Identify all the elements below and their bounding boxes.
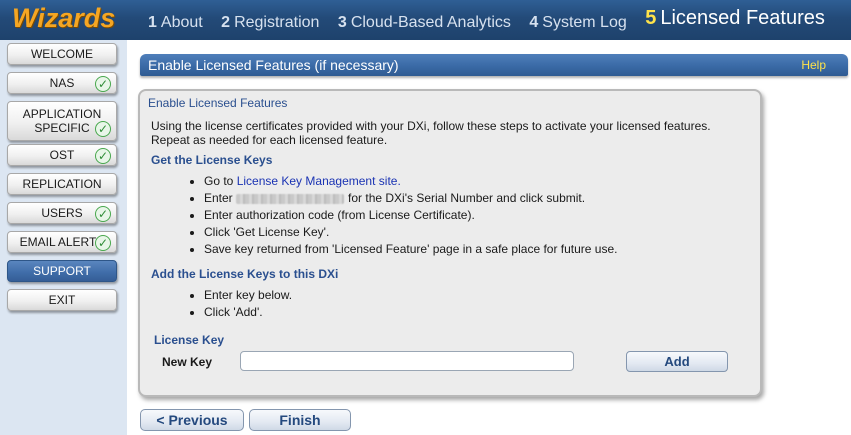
check-icon: ✓ — [95, 148, 111, 164]
step-number: 5 — [645, 7, 657, 29]
step-system-log[interactable]: 4 System Log — [529, 14, 626, 32]
list-item: Save key returned from 'Licensed Feature… — [204, 241, 617, 258]
list-item: Click 'Add'. — [204, 304, 292, 321]
wizards-brand: Wizards — [12, 3, 116, 33]
step-label: Licensed Features — [660, 7, 825, 29]
check-icon: ✓ — [95, 76, 111, 92]
step-label: System Log — [542, 14, 627, 31]
list-item: Enter for the DXi's Serial Number and cl… — [204, 190, 617, 207]
step-licensed-features[interactable]: 5 Licensed Features — [645, 7, 825, 30]
sidebar-item-label: SUPPORT — [33, 264, 91, 278]
sidebar-item-support[interactable]: SUPPORT — [7, 260, 117, 282]
help-link[interactable]: Help — [801, 58, 826, 72]
panel-title: Enable Licensed Features — [148, 96, 288, 110]
wizard-steps: 1 About 2 Registration 3 Cloud-Based Analyt… — [148, 7, 825, 33]
sidebar-item-label: OST — [49, 148, 75, 162]
new-key-label: New Key — [162, 355, 213, 369]
step-number: 1 — [148, 14, 157, 31]
list-item: Enter key below. — [204, 287, 292, 304]
section-heading-add-keys: Add the License Keys to this DXi — [151, 267, 339, 281]
wizard-header: Wizards 1 About 2 Registration 3 Cloud-Base… — [0, 0, 851, 40]
intro-text: Using the license certificates provided … — [151, 119, 751, 147]
step-text: Enter — [204, 191, 233, 205]
step-cloud-based-analytics[interactable]: 3 Cloud-Based Analytics — [338, 14, 511, 32]
redacted-serial — [236, 193, 345, 204]
new-key-input[interactable] — [240, 351, 574, 371]
sidebar-item-replication[interactable]: REPLICATION — [7, 173, 117, 195]
step-label: Cloud-Based Analytics — [350, 14, 511, 31]
sidebar-item-label: REPLICATION — [22, 177, 102, 191]
sidebar-item-email-alerts[interactable]: EMAIL ALERTS ✓ — [7, 231, 117, 253]
page-title-bar: Enable Licensed Features (if necessary) … — [140, 54, 848, 76]
section-heading-get-keys: Get the License Keys — [151, 153, 273, 167]
step-number: 4 — [529, 14, 539, 31]
step-text: Go to — [204, 174, 237, 188]
sidebar-item-nas[interactable]: NAS ✓ — [7, 72, 117, 94]
step-label: About — [160, 14, 203, 31]
list-item: Go to License Key Management site. — [204, 173, 617, 190]
sidebar-item-label: USERS — [41, 206, 83, 220]
list-item: Click 'Get License Key'. — [204, 224, 617, 241]
license-key-heading: License Key — [154, 333, 225, 347]
check-icon: ✓ — [95, 206, 111, 222]
sidebar-item-label: NAS — [49, 76, 75, 90]
add-keys-steps: Enter key below. Click 'Add'. — [190, 287, 292, 321]
license-key-management-link[interactable]: License Key Management site. — [237, 174, 401, 188]
sidebar-item-label: EXIT — [48, 293, 76, 307]
sidebar-item-exit[interactable]: EXIT — [7, 289, 117, 311]
step-about[interactable]: 1 About — [148, 14, 203, 32]
sidebar-item-label: EMAIL ALERTS — [19, 235, 105, 249]
sidebar-item-application-specific[interactable]: APPLICATION SPECIFIC ✓ — [7, 101, 117, 141]
sidebar-item-welcome[interactable]: WELCOME — [7, 43, 117, 65]
intro-line: Repeat as needed for each licensed featu… — [151, 133, 388, 147]
sidebar: WELCOME NAS ✓ APPLICATION SPECIFIC ✓ OST… — [0, 40, 127, 435]
sidebar-item-label: WELCOME — [30, 47, 93, 61]
previous-button[interactable]: < Previous — [140, 409, 244, 431]
step-number: 2 — [221, 14, 231, 31]
finish-button[interactable]: Finish — [249, 409, 351, 431]
step-number: 3 — [337, 14, 347, 31]
sidebar-item-users[interactable]: USERS ✓ — [7, 202, 117, 224]
list-item: Enter authorization code (from License C… — [204, 207, 617, 224]
add-button[interactable]: Add — [626, 351, 728, 372]
intro-line: Using the license certificates provided … — [151, 119, 711, 133]
check-icon: ✓ — [95, 235, 111, 251]
step-label: Registration — [234, 14, 320, 31]
step-text: for the DXi's Serial Number and click su… — [348, 191, 586, 205]
check-icon: ✓ — [95, 121, 111, 137]
sidebar-item-label: APPLICATION SPECIFIC — [22, 107, 102, 135]
sidebar-item-ost[interactable]: OST ✓ — [7, 144, 117, 166]
page-title: Enable Licensed Features (if necessary) — [148, 57, 399, 73]
step-registration[interactable]: 2 Registration — [221, 14, 319, 32]
licensed-features-panel: Enable Licensed Features Using the licen… — [138, 89, 762, 397]
get-keys-steps: Go to License Key Management site. Enter… — [190, 173, 617, 258]
